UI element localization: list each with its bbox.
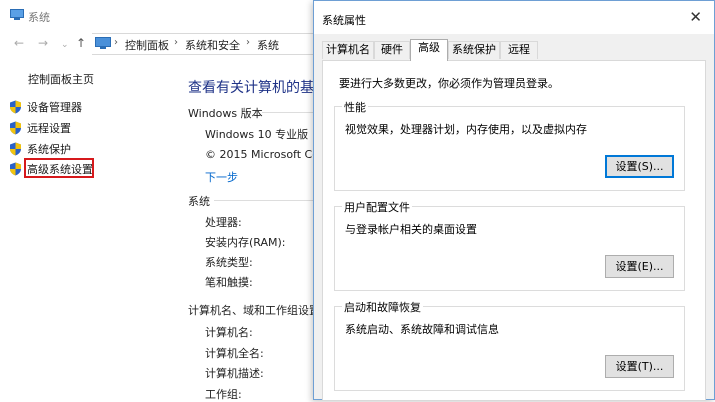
copyright: © 2015 Microsoft Corp	[205, 148, 331, 161]
next-link[interactable]: 下一步	[205, 169, 238, 185]
admin-notice: 要进行大多数更改，你必须作为管理员登录。	[339, 77, 559, 90]
section-header-computer-name: 计算机名、域和工作组设置	[188, 304, 320, 317]
system-row-label: 安装内存(RAM):	[205, 236, 286, 249]
breadcrumb-control-panel[interactable]: 控制面板	[125, 37, 169, 53]
back-arrow-icon[interactable]: ←	[14, 36, 24, 50]
close-icon[interactable]: ✕	[689, 8, 702, 26]
uac-shield-icon	[10, 162, 21, 176]
tab-remote[interactable]: 远程	[500, 41, 538, 59]
highlight-box	[24, 158, 94, 178]
breadcrumb-system[interactable]: 系统	[257, 37, 279, 53]
breadcrumb-separator: ›	[246, 37, 250, 48]
uac-shield-icon	[10, 121, 21, 135]
breadcrumb-separator: ›	[114, 37, 118, 48]
computer-row-label: 计算机全名:	[205, 347, 264, 360]
control-panel-icon	[95, 37, 111, 49]
breadcrumb-system-security[interactable]: 系统和安全	[185, 37, 240, 53]
left-nav-pane: 控制面板主页 设备管理器 远程设置 系统保护 高级系统设置	[0, 54, 180, 400]
section-header-system: 系统	[188, 195, 210, 208]
group-description: 系统启动、系统故障和调试信息	[345, 323, 499, 336]
group-title: 性能	[342, 99, 368, 115]
user-profiles-settings-button[interactable]: 设置(E)...	[605, 255, 674, 278]
system-row-label: 处理器:	[205, 216, 242, 229]
section-divider	[262, 112, 314, 113]
startup-recovery-settings-button[interactable]: 设置(T)...	[605, 355, 674, 378]
breadcrumb-separator: ›	[174, 37, 178, 48]
section-header-windows-edition: Windows 版本	[188, 107, 263, 120]
tab-advanced[interactable]: 高级	[410, 39, 448, 61]
computer-icon	[10, 9, 24, 20]
system-properties-dialog: 系统属性 ✕ 计算机名 硬件 高级 系统保护 远程 要进行大多数更改，你必须作为…	[313, 0, 715, 401]
computer-row-label: 计算机描述:	[205, 367, 264, 380]
tab-system-protection[interactable]: 系统保护	[448, 41, 500, 59]
group-title: 启动和故障恢复	[342, 299, 423, 315]
uac-shield-icon	[10, 142, 21, 156]
tab-computer-name[interactable]: 计算机名	[322, 41, 374, 59]
forward-arrow-icon[interactable]: →	[38, 36, 48, 50]
group-description: 与登录帐户相关的桌面设置	[345, 223, 477, 236]
dialog-title: 系统属性	[322, 14, 366, 27]
sidebar-item-label: 远程设置	[27, 122, 71, 135]
user-profiles-group: 用户配置文件 与登录帐户相关的桌面设置 设置(E)...	[334, 199, 685, 291]
up-arrow-icon[interactable]: ↑	[76, 36, 86, 50]
tab-hardware[interactable]: 硬件	[374, 41, 410, 59]
system-row-label: 笔和触摸:	[205, 276, 253, 289]
section-divider	[214, 200, 314, 201]
sidebar-item-label: 设备管理器	[27, 101, 82, 114]
computer-row-label: 计算机名:	[205, 326, 253, 339]
group-title: 用户配置文件	[342, 199, 412, 215]
startup-recovery-group: 启动和故障恢复 系统启动、系统故障和调试信息 设置(T)...	[334, 299, 685, 391]
page-title: 查看有关计算机的基本	[188, 80, 328, 96]
sidebar-item-device-manager[interactable]: 设备管理器	[9, 99, 82, 115]
uac-shield-icon	[10, 100, 21, 114]
windows-version: Windows 10 专业版	[205, 128, 309, 141]
sidebar-item-label: 系统保护	[27, 143, 71, 156]
control-panel-home-link[interactable]: 控制面板主页	[28, 71, 94, 87]
dialog-titlebar: 系统属性 ✕	[314, 1, 714, 34]
group-description: 视觉效果，处理器计划，内存使用，以及虚拟内存	[345, 123, 587, 136]
system-row-label: 系统类型:	[205, 256, 253, 269]
sidebar-item-system-protection[interactable]: 系统保护	[9, 141, 71, 157]
performance-settings-button[interactable]: 设置(S)...	[605, 155, 674, 178]
recent-dropdown-icon[interactable]: ⌄	[61, 38, 69, 52]
sidebar-item-remote-settings[interactable]: 远程设置	[9, 120, 71, 136]
window-title: 系统	[28, 11, 50, 24]
performance-group: 性能 视觉效果，处理器计划，内存使用，以及虚拟内存 设置(S)...	[334, 99, 685, 191]
